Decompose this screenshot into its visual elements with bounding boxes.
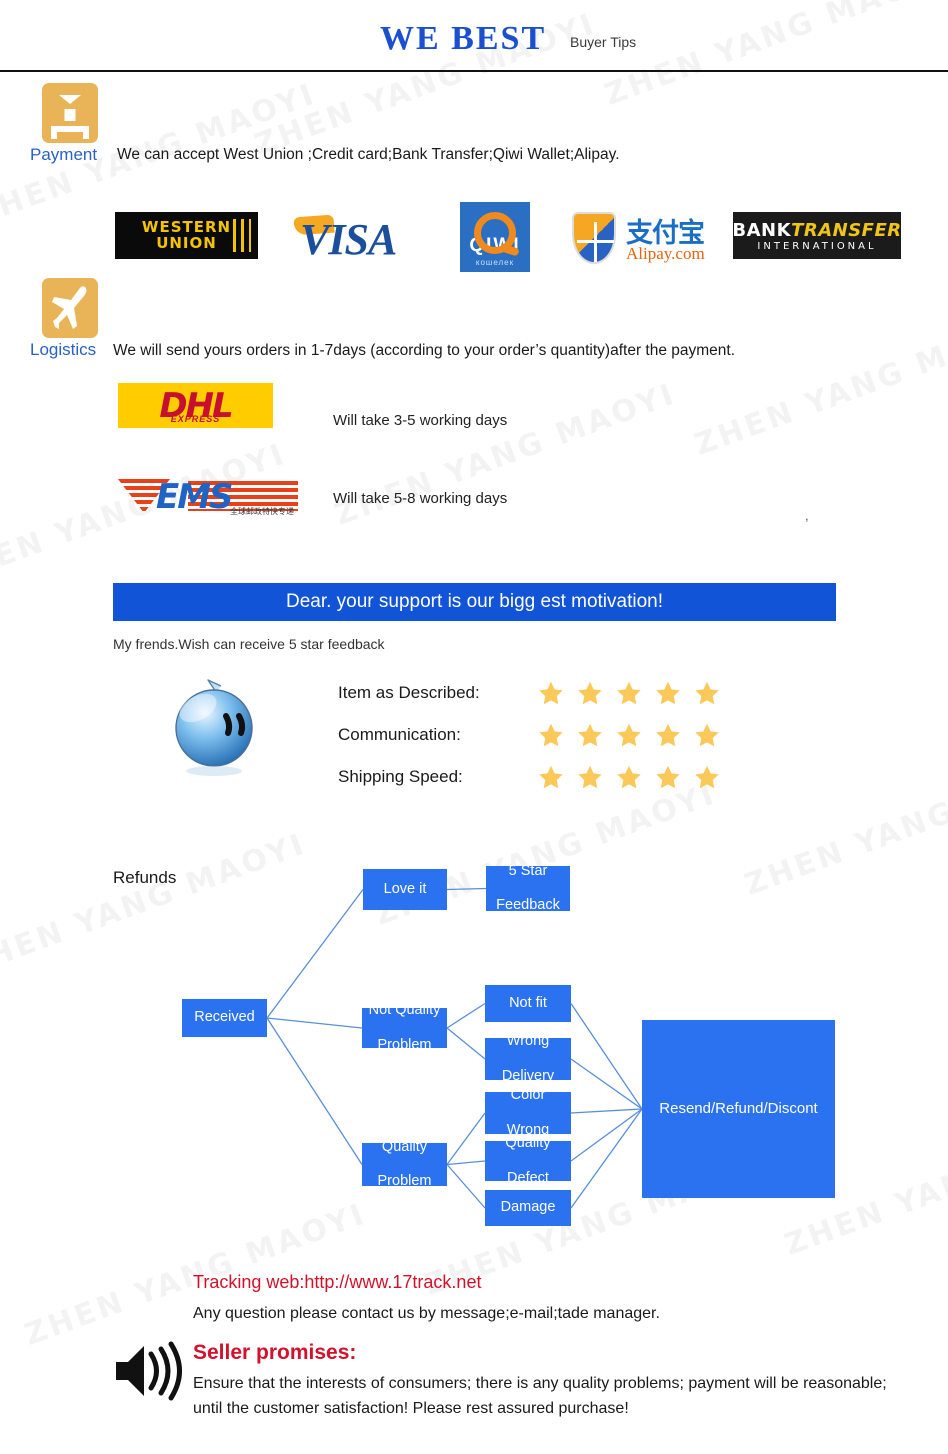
flow-edge-notqual-to-wrongdel bbox=[446, 1027, 486, 1060]
flow-node-label: Damage bbox=[500, 1199, 556, 1216]
flow-node-label: Feedback bbox=[496, 897, 560, 914]
flow-node-love: Love it bbox=[363, 869, 447, 910]
contact-note: Any question please contact us by messag… bbox=[193, 1305, 660, 1322]
flow-node-label: Wrong bbox=[506, 1033, 550, 1050]
seller-promise-body: Ensure that the interests of consumers; … bbox=[193, 1375, 887, 1417]
flow-node-label: Defect bbox=[507, 1169, 549, 1186]
flow-node-resend: Resend/Refund/Discont bbox=[642, 1020, 835, 1198]
flow-edge-damage-to-resend bbox=[570, 1108, 643, 1209]
flow-edge-received-to-quality bbox=[266, 1017, 363, 1165]
flow-node-fivestar: 5 Star Feedback bbox=[486, 862, 570, 914]
flow-edge-quality-to-colorwrong bbox=[446, 1112, 486, 1165]
flow-node-label: Color bbox=[510, 1087, 546, 1104]
flow-edge-wrongdel-to-resend bbox=[570, 1058, 643, 1110]
flow-node-label: Not Quality bbox=[368, 1002, 441, 1019]
seller-promise-title: Seller promises: bbox=[193, 1341, 357, 1364]
flow-node-label: Not fit bbox=[509, 994, 547, 1011]
flowchart-title: Refunds bbox=[113, 868, 177, 887]
flow-node-wrongdel: Wrong Delivery bbox=[485, 1033, 571, 1084]
tracking-link[interactable]: Tracking web:http://www.17track.net bbox=[193, 1272, 481, 1293]
flow-edge-quality-to-damage bbox=[446, 1164, 486, 1209]
buyer-tips-page: ZHEN YANG MAOYI ZHEN YANG MAOYI ZHEN YAN… bbox=[0, 0, 948, 1454]
flow-node-label: Quality bbox=[505, 1135, 551, 1152]
flow-edge-notqual-to-notfit bbox=[446, 1002, 486, 1029]
flow-node-label: Resend/Refund/Discont bbox=[659, 1100, 818, 1118]
flow-node-notqual: Not Quality Problem bbox=[362, 1002, 447, 1053]
flow-node-label: Problem bbox=[377, 1173, 432, 1190]
flow-edge-quality-to-qualdef bbox=[446, 1160, 486, 1166]
flow-node-colorwrong: Color Wrong bbox=[485, 1087, 571, 1138]
speaker-icon bbox=[110, 1340, 190, 1402]
flow-node-label: Problem bbox=[377, 1036, 432, 1053]
flow-node-label: Delivery bbox=[501, 1067, 555, 1084]
flow-node-label: Love it bbox=[383, 880, 427, 897]
flow-edge-received-to-notqual bbox=[266, 1017, 363, 1029]
flow-node-received: Received bbox=[182, 999, 267, 1037]
flow-node-notfit: Not fit bbox=[485, 985, 571, 1022]
flowchart-connectors bbox=[266, 887, 643, 1209]
flow-node-qualdef: Quality Defect bbox=[485, 1135, 571, 1186]
flow-node-damage: Damage bbox=[485, 1190, 571, 1226]
flow-edge-colorwrong-to-resend bbox=[570, 1108, 643, 1114]
flow-node-label: Received bbox=[194, 1009, 255, 1026]
flow-edge-qualdef-to-resend bbox=[570, 1108, 643, 1162]
flow-edge-love-to-fivestar bbox=[446, 887, 487, 891]
flow-node-label: Quality bbox=[381, 1138, 428, 1155]
flow-edge-received-to-love bbox=[266, 889, 364, 1019]
flow-edge-notfit-to-resend bbox=[570, 1003, 643, 1110]
flow-node-quality: Quality Problem bbox=[362, 1139, 447, 1189]
flow-node-label: 5 Star bbox=[508, 862, 548, 879]
